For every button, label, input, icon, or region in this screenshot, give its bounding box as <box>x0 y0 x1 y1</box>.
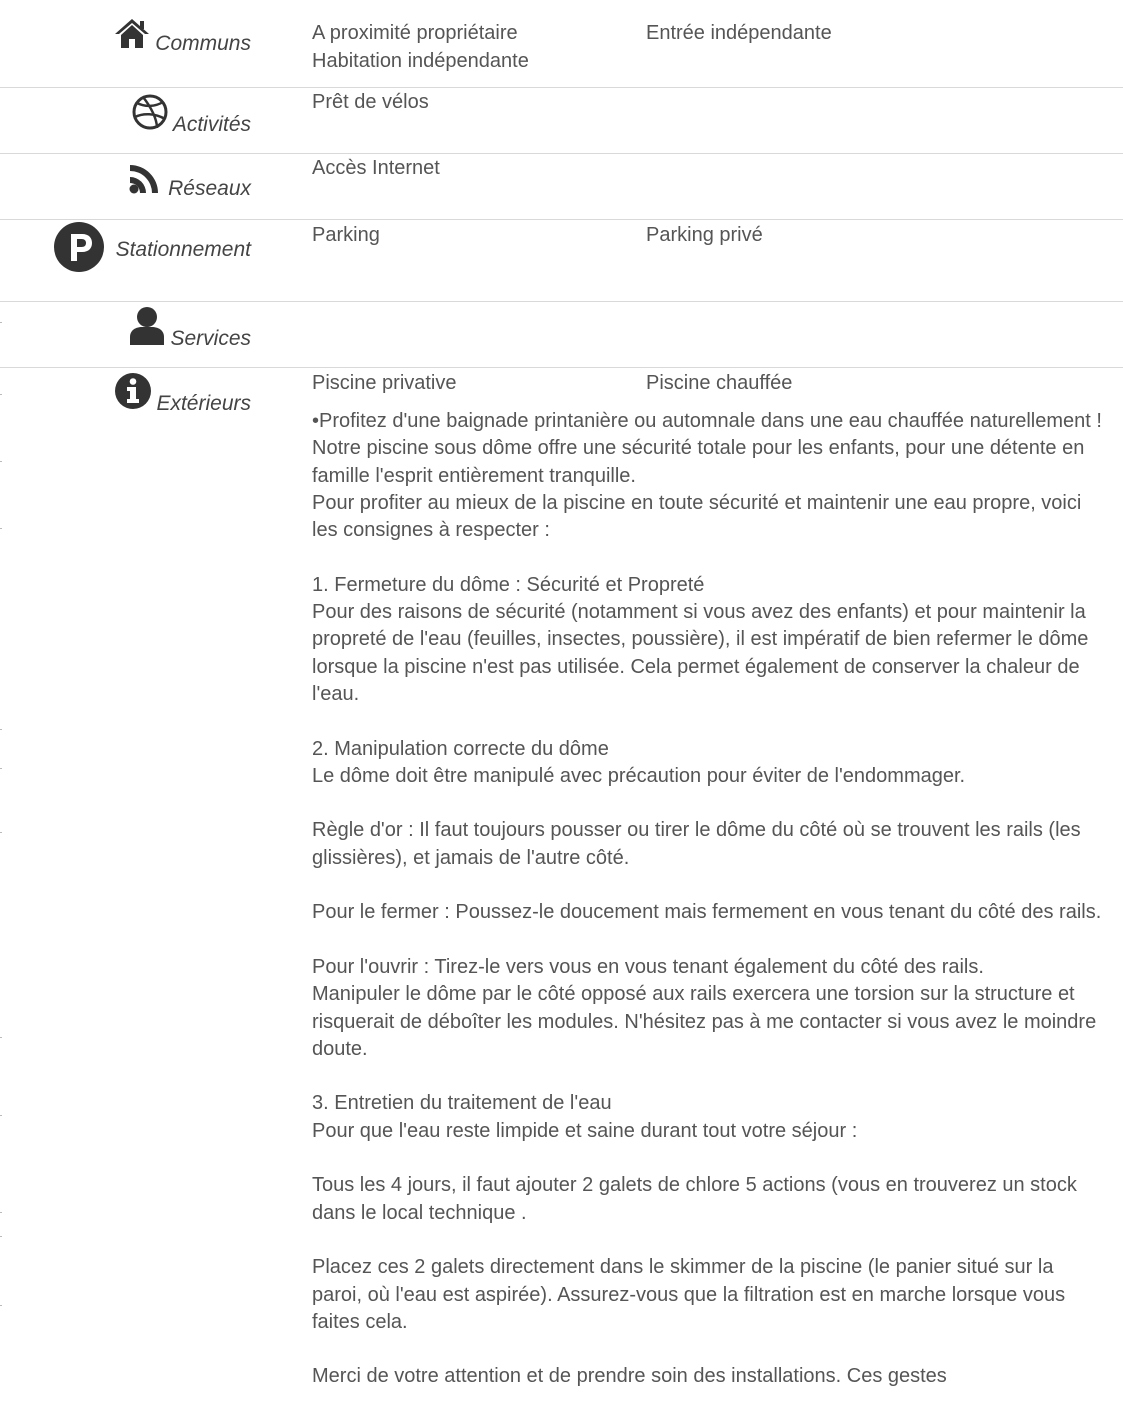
section-title: Services <box>170 327 251 350</box>
section-title: Stationnement <box>115 238 251 261</box>
amenity-item: Accès Internet <box>312 157 440 179</box>
section-title: Extérieurs <box>156 392 251 415</box>
margin-tick <box>0 1115 2 1116</box>
margin-tick <box>0 322 2 323</box>
section-title: Communs <box>155 32 251 55</box>
margin-tick <box>0 832 2 833</box>
description-paragraph: Pour l'ouvrir : Tirez-le vers vous en vo… <box>312 955 984 978</box>
amenity-item: Entrée indépendante <box>646 22 832 44</box>
margin-tick <box>0 394 2 395</box>
description-paragraph: Le dôme doit être manipulé avec précauti… <box>312 764 966 787</box>
section-title: Activités <box>172 113 251 136</box>
user-icon <box>128 305 166 351</box>
description-paragraph: Manipuler le dôme par le côté opposé aux… <box>312 983 1097 1060</box>
description-paragraph: Pour des raisons de sécurité (notamment … <box>312 601 1089 705</box>
description-paragraph: Merci de votre attention et de prendre s… <box>312 1365 947 1388</box>
section-communs: Communs A proximité propriétaire Habitat… <box>0 0 1123 88</box>
home-icon <box>113 16 151 56</box>
amenity-item: Parking <box>312 224 380 246</box>
margin-tick <box>0 1305 2 1306</box>
margin-tick <box>0 1236 2 1237</box>
section-reseaux: Réseaux Accès Internet <box>0 153 1123 220</box>
section-title: Réseaux <box>168 177 251 200</box>
info-icon <box>114 372 152 416</box>
section-label-services: Services <box>128 305 251 351</box>
margin-tick <box>0 1212 2 1213</box>
description-paragraph: 2. Manipulation correcte du dôme <box>312 737 609 760</box>
section-label-communs: Communs <box>113 16 251 56</box>
section-label-stationnement: Stationnement <box>53 222 251 278</box>
section-activites: Activités Prêt de vélos <box>0 87 1123 154</box>
description-paragraph: 3. Entretien du traitement de l'eau <box>312 1092 612 1115</box>
amenity-item: Prêt de vélos <box>312 91 429 113</box>
rss-icon <box>128 163 164 201</box>
section-label-activites: Activités <box>131 93 251 137</box>
margin-tick <box>0 528 2 529</box>
description-paragraph: Placez ces 2 galets directement dans le … <box>312 1256 1066 1333</box>
section-label-reseaux: Réseaux <box>128 163 251 201</box>
section-label-exterieurs: Extérieurs <box>114 372 251 416</box>
margin-tick <box>0 768 2 769</box>
description-paragraph: Pour le fermer : Poussez-le doucement ma… <box>312 901 1102 924</box>
margin-tick <box>0 729 2 730</box>
amenity-item: Habitation indépendante <box>312 50 529 72</box>
pool-description: •Profitez d'une baignade printanière ou … <box>312 408 1102 1391</box>
dribbble-ball-icon <box>131 93 169 137</box>
amenity-item: Parking privé <box>646 224 763 246</box>
amenity-item: Piscine chauffée <box>646 372 793 394</box>
section-services: Services <box>0 301 1123 368</box>
description-paragraph: •Profitez d'une baignade printanière ou … <box>312 410 1102 487</box>
parking-icon <box>53 222 104 278</box>
margin-tick <box>0 1037 2 1038</box>
amenity-item: A proximité propriétaire <box>312 22 518 44</box>
description-paragraph: Pour profiter au mieux de la piscine en … <box>312 491 1082 542</box>
margin-tick <box>0 461 2 462</box>
description-paragraph: 1. Fermeture du dôme : Sécurité et Propr… <box>312 573 705 596</box>
description-paragraph: Pour que l'eau reste limpide et saine du… <box>312 1119 858 1142</box>
amenity-item: Piscine privative <box>312 372 457 394</box>
section-stationnement: Stationnement Parking Parking privé <box>0 219 1123 302</box>
description-paragraph: Règle d'or : Il faut toujours pousser ou… <box>312 819 1081 869</box>
description-paragraph: Tous les 4 jours, il faut ajouter 2 gale… <box>312 1174 1077 1224</box>
